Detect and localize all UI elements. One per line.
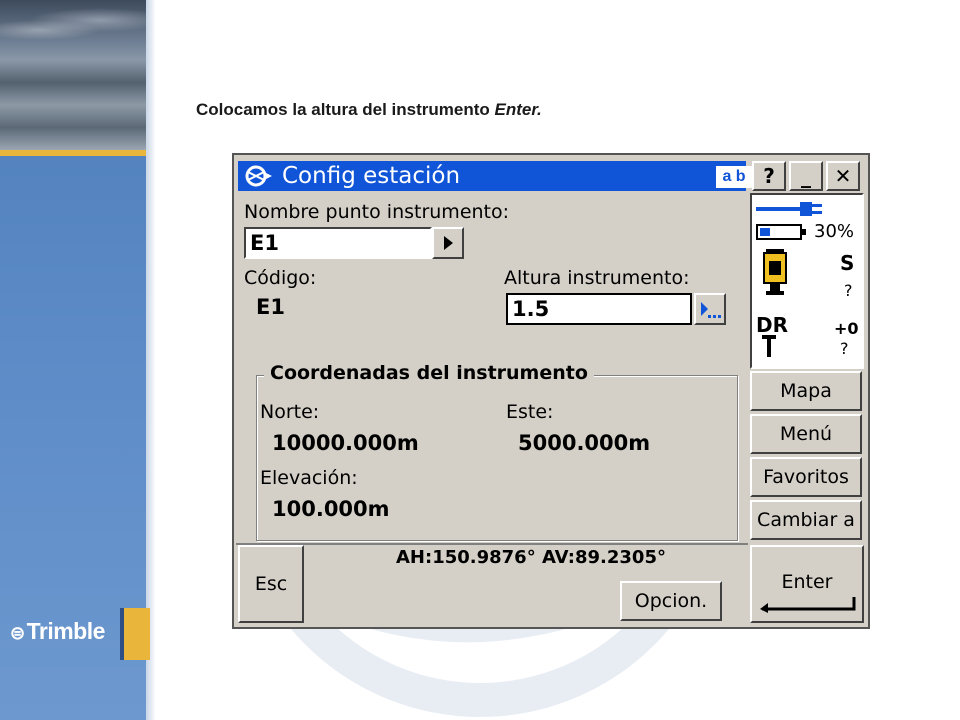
enter-label: Enter — [781, 571, 833, 593]
minimize-button[interactable]: _ — [789, 161, 823, 191]
point-name-label: Nombre punto instrumento: — [244, 201, 510, 223]
arrow-ellipsis-icon — [701, 302, 721, 318]
code-label: Código: — [244, 267, 317, 289]
east-value: 5000.000m — [518, 431, 651, 455]
accent-rule — [0, 150, 146, 156]
code-value: E1 — [256, 295, 285, 319]
instrument-status-flag: S — [840, 251, 855, 275]
elevation-value: 100.000m — [272, 497, 390, 521]
dr-target-label: DR — [756, 313, 789, 337]
total-station-icon — [763, 249, 787, 295]
map-button[interactable]: Mapa — [750, 371, 862, 411]
help-button[interactable]: ? — [752, 161, 786, 191]
point-name-field[interactable]: E1 — [244, 227, 432, 259]
height-options-button[interactable] — [694, 293, 726, 325]
enter-return-icon — [760, 597, 856, 613]
caption-emphasis: Enter. — [494, 100, 542, 119]
battery-percent: 30% — [814, 221, 855, 242]
north-label: Norte: — [260, 401, 320, 423]
target-offset: +0 — [834, 319, 859, 338]
survey-controller-screen: Config estación a b ? _ ✕ Nombre punto i… — [232, 153, 870, 629]
slide-caption: Colocamos la altura del instrumento Ente… — [196, 100, 542, 120]
height-label: Altura instrumento: — [504, 267, 690, 289]
height-field[interactable]: 1.5 — [506, 293, 692, 325]
angle-readout: AH:150.9876° AV:89.2305° — [396, 547, 666, 568]
trimble-globe-icon — [245, 165, 272, 187]
logo-accent-bar — [120, 608, 150, 660]
landscape-photo — [0, 0, 146, 150]
close-button[interactable]: ✕ — [826, 161, 860, 191]
favorites-button[interactable]: Favoritos — [750, 457, 862, 497]
north-value: 10000.000m — [272, 431, 419, 455]
input-mode-badge[interactable]: a b — [716, 166, 752, 188]
prism-pole-icon — [762, 335, 776, 357]
enter-button[interactable]: Enter — [750, 545, 864, 623]
esc-button[interactable]: Esc — [238, 545, 304, 623]
status-panel[interactable]: 30% S ? DR +0 ? — [750, 193, 864, 369]
instrument-status-question: ? — [844, 281, 853, 300]
trimble-logo-text: Trimble — [26, 618, 106, 644]
east-label: Este: — [506, 401, 554, 423]
target-offset-question: ? — [840, 339, 849, 358]
coordinates-group-title: Coordenadas del instrumento — [264, 362, 594, 384]
switch-to-button[interactable]: Cambiar a — [750, 500, 862, 540]
trimble-logo: ⊜Trimble — [10, 618, 105, 645]
options-button[interactable]: Opcion. — [620, 581, 722, 621]
caption-text: Colocamos la altura del instrumento — [196, 100, 495, 119]
power-plug-icon — [756, 202, 822, 216]
trimble-globe-icon: ⊜ — [10, 623, 25, 643]
menu-button[interactable]: Menú — [750, 414, 862, 454]
title-bar: Config estación a b — [238, 161, 752, 191]
play-arrow-icon — [444, 236, 453, 250]
window-title: Config estación — [282, 163, 461, 189]
battery-icon — [756, 224, 806, 240]
point-name-arrow-button[interactable] — [432, 227, 464, 259]
elevation-label: Elevación: — [260, 467, 358, 489]
